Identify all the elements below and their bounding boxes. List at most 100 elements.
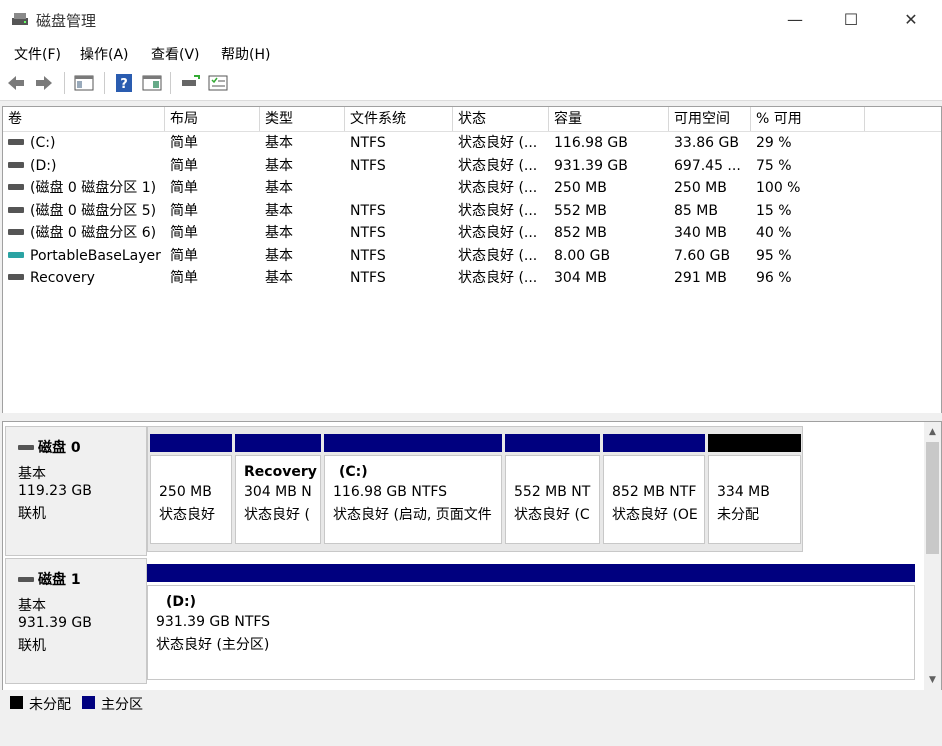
volume-cell-pct: 15 %: [756, 202, 792, 219]
partition-title: (C:): [339, 464, 368, 480]
volume-row[interactable]: (磁盘 0 磁盘分区 1) 简单 基本 状态良好 (... 250 MB 250 MB 10…: [3, 177, 941, 199]
disk-1-info[interactable]: 磁盘 1 基本 931.39 GB 联机: [5, 558, 147, 684]
partition-unallocated[interactable]: 334 MB 未分配: [708, 434, 801, 544]
volume-cell-free: 85 MB: [674, 202, 718, 219]
disk-0-name: 磁盘 0: [18, 437, 81, 457]
drive-icon: [8, 229, 24, 235]
volume-row[interactable]: (磁盘 0 磁盘分区 5) 简单 基本 NTFS 状态良好 (... 552 MB 85 M…: [3, 200, 941, 222]
volume-cell-capacity: 250 MB: [554, 180, 607, 196]
volume-cell-pct: 40 %: [756, 225, 792, 241]
partition-size: 552 MB NT: [514, 484, 591, 500]
disk-1-name: 磁盘 1: [18, 569, 81, 589]
partition-title: (D:): [166, 594, 197, 610]
unallocated-bar: [708, 434, 801, 452]
maximize-button[interactable]: ☐: [828, 6, 874, 34]
pane-splitter[interactable]: [0, 413, 942, 421]
disk-view-scrollbar[interactable]: ▲ ▼: [924, 422, 941, 690]
menu-help[interactable]: 帮助(H): [221, 44, 270, 64]
drive-icon: [8, 274, 24, 280]
column-header-free-space[interactable]: 可用空间: [669, 107, 751, 131]
volume-cell-type: 基本: [265, 135, 293, 151]
volume-cell-layout: 简单: [170, 202, 198, 219]
column-header-status[interactable]: 状态: [453, 107, 549, 131]
partition-status: 状态良好: [159, 507, 215, 523]
toolbar: ?: [0, 66, 942, 101]
legend-unallocated: 未分配: [29, 697, 71, 713]
menu-action[interactable]: 操作(A): [80, 44, 129, 64]
rescan-disk-icon[interactable]: [180, 74, 200, 92]
volume-cell-fs: NTFS: [350, 202, 386, 219]
scroll-down-arrow-icon[interactable]: ▼: [924, 672, 941, 688]
volume-cell-fs: NTFS: [350, 225, 386, 241]
volume-cell-free: 250 MB: [674, 180, 727, 196]
volume-cell-status: 状态良好 (...: [458, 270, 538, 286]
volume-cell-name: Recovery: [3, 267, 165, 289]
drive-icon: [8, 139, 24, 145]
settings-list-icon[interactable]: [208, 74, 228, 92]
minimize-button[interactable]: —: [772, 6, 818, 34]
partition-disk0-5[interactable]: 552 MB NT 状态良好 (C: [505, 434, 600, 544]
disk-1-state: 联机: [18, 638, 46, 654]
volume-row[interactable]: PortableBaseLayer 简单 基本 NTFS 状态良好 (... 8.00 G…: [3, 245, 941, 267]
volume-row[interactable]: Recovery 简单 基本 NTFS 状态良好 (... 304 MB 291 MB 96 …: [3, 267, 941, 289]
partition-size: 334 MB: [717, 484, 770, 500]
help-icon[interactable]: ?: [114, 74, 134, 92]
properties-icon[interactable]: [142, 74, 162, 92]
close-button[interactable]: ✕: [888, 6, 934, 34]
volume-row[interactable]: (C:) 简单 基本 NTFS 状态良好 (... 116.98 GB 33.86 GB 29…: [3, 132, 941, 154]
disk-0-info[interactable]: 磁盘 0 基本 119.23 GB 联机: [5, 426, 147, 556]
partition-title: Recovery: [244, 464, 317, 480]
partition-size: 116.98 GB NTFS: [333, 484, 448, 500]
primary-partition-swatch: [82, 696, 95, 709]
partition-status: 状态良好 (: [244, 507, 310, 523]
volume-cell-pct: 29 %: [756, 135, 792, 151]
unallocated-swatch: [10, 696, 23, 709]
volume-cell-free: 340 MB: [674, 225, 727, 241]
toolbar-separator: [170, 72, 171, 94]
drive-icon: [8, 206, 24, 213]
volume-row[interactable]: (D:) 简单 基本 NTFS 状态良好 (... 931.39 GB 697.45 ...…: [3, 155, 941, 177]
disk-graphical-view: 磁盘 0 基本 119.23 GB 联机 250 MB 状态良好 Recover…: [2, 421, 942, 691]
volume-cell-status: 状态良好 (...: [458, 180, 538, 196]
column-header-type[interactable]: 类型: [260, 107, 345, 131]
column-header-percent-free[interactable]: % 可用: [751, 107, 865, 131]
partition-disk0-6[interactable]: 852 MB NTF 状态良好 (OE: [603, 434, 705, 544]
back-arrow-icon[interactable]: [6, 74, 26, 92]
primary-partition-bar: [505, 434, 600, 452]
menu-file[interactable]: 文件(F): [14, 44, 61, 64]
volume-name: (磁盘 0 磁盘分区 5): [30, 202, 157, 219]
volume-cell-type: 基本: [265, 180, 293, 196]
partition-size: 852 MB NTF: [612, 484, 697, 500]
toolbar-separator: [104, 72, 105, 94]
volume-cell-free: 291 MB: [674, 270, 727, 286]
primary-partition-bar: [324, 434, 502, 452]
console-tree-icon[interactable]: [74, 74, 94, 92]
window-title: 磁盘管理: [36, 12, 97, 30]
partition-c[interactable]: (C:) 116.98 GB NTFS 状态良好 (启动, 页面文件: [324, 434, 502, 544]
partition-status: 状态良好 (启动, 页面文件: [333, 507, 492, 523]
partition-status: 状态良好 (C: [514, 507, 590, 523]
partition-disk0-1[interactable]: 250 MB 状态良好: [150, 434, 232, 544]
primary-partition-bar: [150, 434, 232, 452]
volume-cell-fs: [345, 177, 453, 199]
column-header-layout[interactable]: 布局: [165, 107, 260, 131]
partition-recovery[interactable]: Recovery 304 MB N 状态良好 (: [235, 434, 321, 544]
legend: 未分配 主分区: [0, 690, 942, 714]
column-header-volume[interactable]: 卷: [3, 107, 165, 131]
column-header-filesystem[interactable]: 文件系统: [345, 107, 453, 131]
drive-icon: [8, 184, 24, 190]
volume-cell-free: 33.86 GB: [674, 135, 739, 151]
menu-view[interactable]: 查看(V): [151, 44, 200, 64]
volume-cell-status: 状态良好 (...: [458, 225, 538, 241]
scroll-thumb[interactable]: [926, 442, 939, 554]
partition-d[interactable]: (D:) 931.39 GB NTFS 状态良好 (主分区): [147, 564, 915, 680]
volume-cell-layout: 简单: [170, 135, 198, 151]
forward-arrow-icon[interactable]: [34, 74, 54, 92]
volume-name: (磁盘 0 磁盘分区 6): [30, 225, 157, 241]
volume-cell-layout: 简单: [170, 157, 198, 174]
partition-size: 931.39 GB NTFS: [156, 614, 271, 630]
volume-row[interactable]: (磁盘 0 磁盘分区 6) 简单 基本 NTFS 状态良好 (... 852 MB 340 …: [3, 222, 941, 244]
column-header-capacity[interactable]: 容量: [549, 107, 669, 131]
scroll-up-arrow-icon[interactable]: ▲: [924, 424, 941, 440]
volume-cell-name: PortableBaseLayer: [3, 245, 165, 267]
